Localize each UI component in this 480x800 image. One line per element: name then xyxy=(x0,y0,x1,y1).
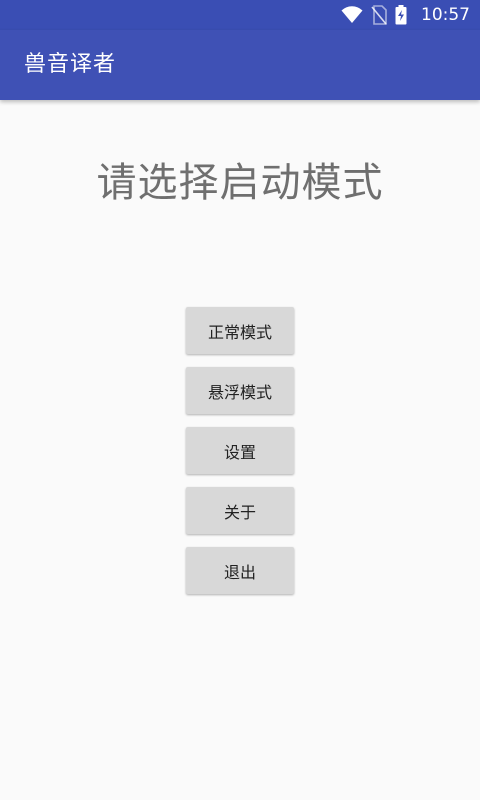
mode-menu: 正常模式 悬浮模式 设置 关于 退出 xyxy=(186,307,294,607)
about-button[interactable]: 关于 xyxy=(186,487,294,534)
exit-button[interactable]: 退出 xyxy=(186,547,294,594)
settings-button[interactable]: 设置 xyxy=(186,427,294,474)
page-title: 请选择启动模式 xyxy=(96,160,384,206)
battery-charging-icon xyxy=(395,5,407,25)
floating-mode-button[interactable]: 悬浮模式 xyxy=(186,367,294,414)
wifi-icon xyxy=(341,6,363,24)
status-bar: 10:57 xyxy=(0,0,480,30)
normal-mode-button[interactable]: 正常模式 xyxy=(186,307,294,354)
app-bar: 兽音译者 xyxy=(0,30,480,100)
status-time: 10:57 xyxy=(421,5,470,25)
app-title: 兽音译者 xyxy=(24,52,117,77)
no-sim-icon xyxy=(371,5,387,25)
status-icons: 10:57 xyxy=(341,0,470,30)
